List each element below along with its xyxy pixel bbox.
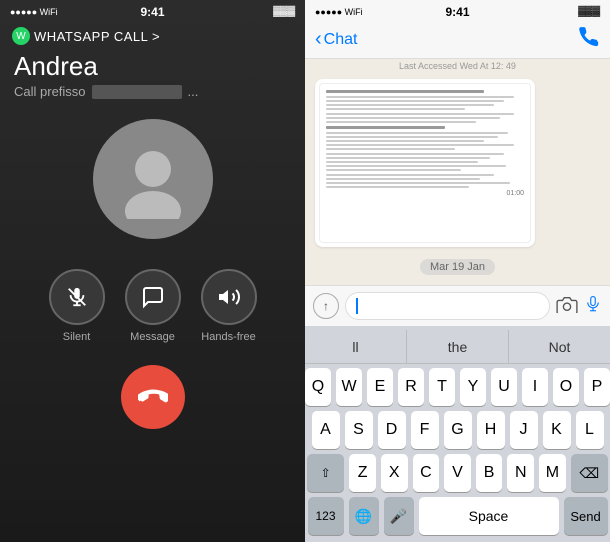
call-time: 9:41 xyxy=(140,5,164,19)
last-accessed: Last Accessed Wed At 12: 49 xyxy=(305,59,610,73)
key-row-4: 123 🌐 🎤 Space Send xyxy=(307,497,608,535)
delete-key[interactable]: ⌫ xyxy=(571,454,608,492)
key-i[interactable]: I xyxy=(522,368,548,406)
key-s[interactable]: S xyxy=(345,411,373,449)
chat-input-area: ↑ xyxy=(305,285,610,326)
key-h[interactable]: H xyxy=(477,411,505,449)
key-row-3: ⇧ Z X C V B N M ⌫ xyxy=(307,454,608,492)
key-j[interactable]: J xyxy=(510,411,538,449)
call-status: Call prefisso ... xyxy=(0,84,198,99)
call-actions: Silent Message Hands-free xyxy=(49,269,257,343)
chat-nav-bar: ‹ Chat xyxy=(305,21,610,59)
send-key[interactable]: Send xyxy=(564,497,608,535)
call-battery: ▓▓▓ xyxy=(273,6,295,17)
keyboard-rows: Q W E R T Y U I O P A S D F G H J K xyxy=(305,364,610,542)
handsfree-button[interactable]: Hands-free xyxy=(201,269,257,343)
key-z[interactable]: Z xyxy=(349,454,376,492)
key-e[interactable]: E xyxy=(367,368,393,406)
date-divider: Mar 19 Jan xyxy=(420,259,495,275)
shift-key[interactable]: ⇧ xyxy=(307,454,344,492)
key-x[interactable]: X xyxy=(381,454,408,492)
handsfree-circle[interactable] xyxy=(201,269,257,325)
camera-button[interactable] xyxy=(556,295,578,318)
call-type-label: WHATSAPP CALL > xyxy=(34,29,160,44)
key-g[interactable]: G xyxy=(444,411,472,449)
key-n[interactable]: N xyxy=(507,454,534,492)
key-row-2: A S D F G H J K L xyxy=(307,411,608,449)
chat-call-button[interactable] xyxy=(578,26,600,53)
keyboard: ll the Not Q W E R T Y U I O P A S xyxy=(305,326,610,542)
key-y[interactable]: Y xyxy=(460,368,486,406)
call-signal: ●●●●● WiFi xyxy=(10,7,58,17)
key-o[interactable]: O xyxy=(553,368,579,406)
message-input[interactable] xyxy=(345,292,550,320)
key-k[interactable]: K xyxy=(543,411,571,449)
key-b[interactable]: B xyxy=(476,454,503,492)
avatar xyxy=(93,119,213,239)
expand-button[interactable]: ↑ xyxy=(313,293,339,319)
message-circle[interactable] xyxy=(125,269,181,325)
silent-label: Silent xyxy=(63,331,91,343)
end-call-button[interactable] xyxy=(121,365,185,429)
contact-name: Andrea xyxy=(0,51,98,82)
key-w[interactable]: W xyxy=(336,368,362,406)
keyboard-mic-key[interactable]: 🎤 xyxy=(384,497,414,535)
silent-button[interactable]: Silent xyxy=(49,269,105,343)
avatar-svg xyxy=(113,139,193,219)
call-header: W WHATSAPP CALL > xyxy=(0,21,305,45)
key-p[interactable]: P xyxy=(584,368,610,406)
mic-button[interactable] xyxy=(584,293,602,320)
key-l[interactable]: L xyxy=(576,411,604,449)
chat-battery: ▓▓▓ xyxy=(578,6,600,17)
chevron-left-icon: ‹ xyxy=(315,28,322,51)
key-t[interactable]: T xyxy=(429,368,455,406)
call-status-bar: ●●●●● WiFi 9:41 ▓▓▓ xyxy=(0,0,305,21)
silent-circle[interactable] xyxy=(49,269,105,325)
space-key[interactable]: Space xyxy=(419,497,559,535)
chat-screen: ●●●●● WiFi 9:41 ▓▓▓ ‹ Chat Last Accessed… xyxy=(305,0,610,542)
suggestion-1[interactable]: ll xyxy=(305,330,407,363)
globe-key[interactable]: 🌐 xyxy=(349,497,379,535)
chat-status-bar: ●●●●● WiFi 9:41 ▓▓▓ xyxy=(305,0,610,21)
chat-messages: 01:00 Mar 19 Jan 'Hello 09:34 xyxy=(305,73,610,285)
key-d[interactable]: D xyxy=(378,411,406,449)
handsfree-label: Hands-free xyxy=(201,331,255,343)
whatsapp-icon: W xyxy=(12,27,30,45)
back-button[interactable]: ‹ Chat xyxy=(315,28,357,51)
key-c[interactable]: C xyxy=(413,454,440,492)
call-status-bar-indicator xyxy=(92,85,182,99)
message-label: Message xyxy=(130,331,175,343)
document-preview: 01:00 xyxy=(319,83,531,243)
message-button[interactable]: Message xyxy=(125,269,181,343)
key-f[interactable]: F xyxy=(411,411,439,449)
key-q[interactable]: Q xyxy=(305,368,331,406)
key-m[interactable]: M xyxy=(539,454,566,492)
chat-signal: ●●●●● WiFi xyxy=(315,7,363,17)
suggestion-2[interactable]: the xyxy=(407,330,509,363)
call-screen: ●●●●● WiFi 9:41 ▓▓▓ W WHATSAPP CALL > An… xyxy=(0,0,305,542)
key-u[interactable]: U xyxy=(491,368,517,406)
suggestion-3[interactable]: Not xyxy=(509,330,610,363)
chat-time: 9:41 xyxy=(445,5,469,19)
key-row-1: Q W E R T Y U I O P xyxy=(307,368,608,406)
key-v[interactable]: V xyxy=(444,454,471,492)
key-a[interactable]: A xyxy=(312,411,340,449)
numbers-key[interactable]: 123 xyxy=(308,497,344,535)
text-cursor xyxy=(356,298,358,314)
back-label[interactable]: Chat xyxy=(324,31,358,49)
document-message: 01:00 xyxy=(315,79,535,247)
keyboard-suggestions: ll the Not xyxy=(305,330,610,364)
key-r[interactable]: R xyxy=(398,368,424,406)
